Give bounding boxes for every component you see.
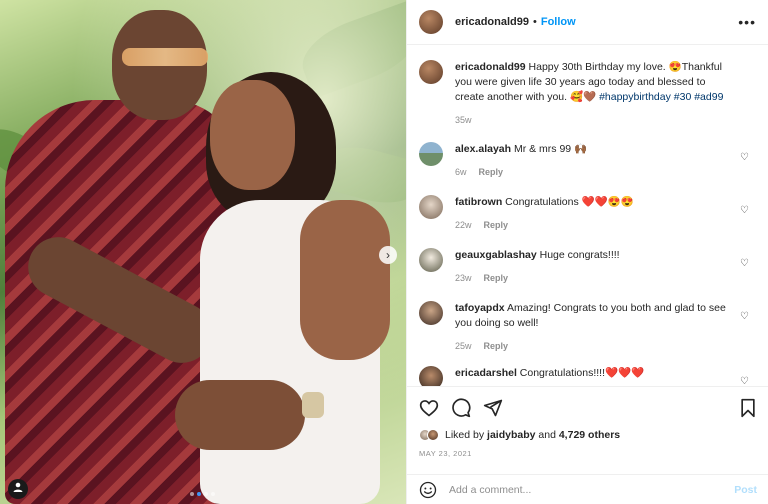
comments-list[interactable]: ericadonald99 Happy 30th Birthday my lov… [407,46,768,386]
more-icon[interactable]: ••• [738,14,756,30]
hands-on-belly [175,380,305,450]
action-icons [419,395,757,421]
carousel-dot-active [197,492,201,496]
reply-button[interactable]: Reply [484,339,509,354]
comment-body: fatibrown Congratulations ❤️❤️😍😍 22w Rep… [455,195,735,233]
comment-time[interactable]: 23w [455,271,472,286]
wristwatch [302,392,324,418]
likes-summary: Liked by jaidybaby and 4,729 others [419,429,757,441]
avatar[interactable] [419,10,443,34]
post-actions: Liked by jaidybaby and 4,729 others MAY … [407,386,768,458]
caption-hashtags[interactable]: #happybirthday #30 #ad99 [599,91,723,103]
caption-time[interactable]: 35w [455,113,472,128]
smiley-icon[interactable] [419,481,437,499]
caption-username[interactable]: ericadonald99 [455,61,526,73]
carousel-dot [211,492,215,496]
likes-user[interactable]: jaidybaby [487,429,535,441]
instagram-post: › ericadonald99 • Follow ••• ericadonald… [0,0,768,504]
list-item: fatibrown Congratulations ❤️❤️😍😍 22w Rep… [419,195,759,233]
post-button[interactable]: Post [734,484,757,496]
caption: ericadonald99 Happy 30th Birthday my lov… [419,60,759,128]
header-separator: • [532,16,537,28]
reply-button[interactable]: Reply [479,165,504,180]
post-date[interactable]: MAY 23, 2021 [419,449,757,458]
heart-icon[interactable]: ♡ [740,205,749,216]
heart-icon[interactable]: ♡ [740,152,749,163]
avatar[interactable] [419,248,443,272]
comment-meta: 22w Reply [455,218,735,233]
likes-prefix: Liked by [445,429,485,441]
comment-text: Congratulations ❤️❤️😍😍 [505,196,634,208]
heart-icon[interactable]: ♡ [740,376,749,386]
list-item: tafoyapdx Amazing! Congrats to you both … [419,301,759,354]
comment-time[interactable]: 25w [455,339,472,354]
reply-button[interactable]: Reply [484,271,509,286]
tag-person-icon[interactable] [8,479,28,499]
list-item: alex.alayah Mr & mrs 99 🙌🏾 6w Reply ♡ [419,142,759,180]
comment-username[interactable]: tafoyapdx [455,302,505,314]
header-username[interactable]: ericadonald99 [455,16,529,28]
post-sidebar: ericadonald99 • Follow ••• ericadonald99… [406,0,768,504]
avatar[interactable] [419,195,443,219]
bookmark-icon[interactable] [739,398,757,418]
post-photo[interactable]: › [0,0,406,504]
comment-time[interactable]: 6w [455,165,467,180]
carousel-dots [190,492,215,496]
woman-arm [300,200,390,360]
comment-username[interactable]: alex.alayah [455,143,511,155]
comment-body: geauxgablashay Huge congrats!!!! 23w Rep… [455,248,735,286]
heart-icon[interactable]: ♡ [740,258,749,269]
caption-body: ericadonald99 Happy 30th Birthday my lov… [455,60,735,128]
heart-icon[interactable]: ♡ [740,311,749,322]
comment-meta: 25w Reply [455,339,735,354]
comment-input[interactable]: Add a comment... [449,484,734,496]
comment-username[interactable]: geauxgablashay [455,249,537,261]
share-icon[interactable] [483,398,503,418]
carousel-dot [190,492,194,496]
person-icon [13,482,23,492]
liker-avatar [427,429,439,441]
comment-body: tafoyapdx Amazing! Congrats to you both … [455,301,735,354]
likes-joiner: and [538,429,556,441]
avatar[interactable] [419,60,443,84]
list-item: geauxgablashay Huge congrats!!!! 23w Rep… [419,248,759,286]
comment-body: alex.alayah Mr & mrs 99 🙌🏾 6w Reply [455,142,735,180]
sunglasses [122,48,208,66]
comment-text: Mr & mrs 99 🙌🏾 [513,143,588,155]
add-comment-bar: Add a comment... Post [407,474,768,504]
list-item: ericadarshel Congratulations!!!!❤️❤️❤️ ♡ [419,366,759,386]
heart-icon[interactable] [419,398,439,418]
carousel-dot [204,492,208,496]
reply-button[interactable]: Reply [484,218,509,233]
comment-icon[interactable] [451,398,471,418]
avatar[interactable] [419,301,443,325]
likes-count[interactable]: 4,729 others [559,429,620,441]
comment-text: Congratulations!!!!❤️❤️❤️ [519,367,645,379]
carousel-next-button[interactable]: › [379,246,397,264]
post-header: ericadonald99 • Follow ••• [407,0,768,45]
comment-meta: 6w Reply [455,165,735,180]
comment-body: ericadarshel Congratulations!!!!❤️❤️❤️ [455,366,735,386]
comment-text: Huge congrats!!!! [539,249,620,261]
comment-username[interactable]: fatibrown [455,196,502,208]
likes-text: Liked by jaidybaby and 4,729 others [445,429,620,441]
comment-meta: 23w Reply [455,271,735,286]
avatar[interactable] [419,142,443,166]
woman-head [210,80,295,190]
follow-button[interactable]: Follow [541,16,576,28]
comment-time[interactable]: 22w [455,218,472,233]
avatar[interactable] [419,366,443,386]
caption-meta: 35w [455,113,735,128]
comment-username[interactable]: ericadarshel [455,367,517,379]
